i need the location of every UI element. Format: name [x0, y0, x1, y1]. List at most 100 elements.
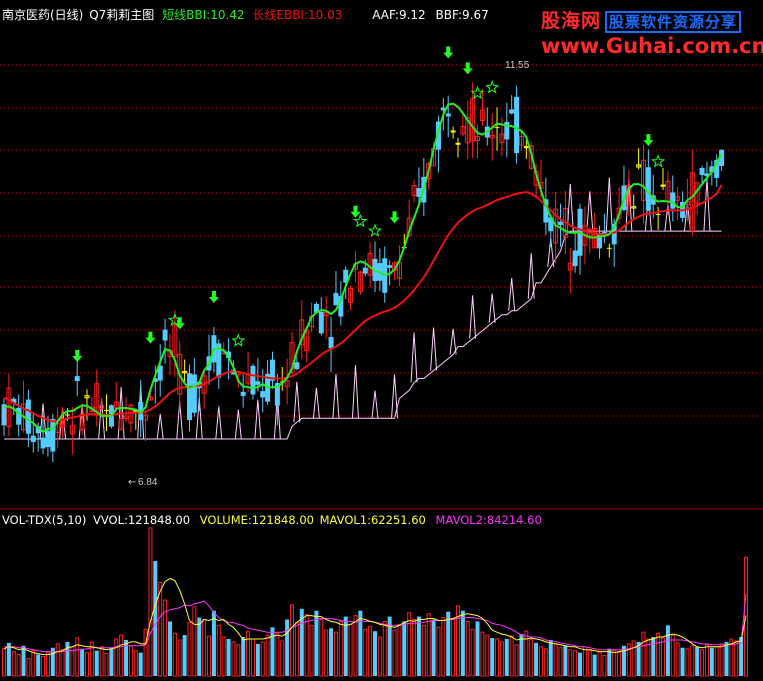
volume-bar-5 — [26, 657, 31, 677]
candle-body-8 — [40, 437, 46, 449]
volume-bar-73 — [358, 610, 363, 676]
volume-bar-148 — [724, 641, 729, 676]
support-line — [4, 177, 722, 440]
volume-bar-118 — [578, 652, 583, 676]
volume-bar-56 — [275, 632, 280, 677]
volume-bar-16 — [80, 648, 85, 676]
indicator-name: Q7莉莉主图 — [89, 8, 155, 22]
signal-star-73 — [353, 213, 368, 228]
volume-bar-37 — [182, 635, 187, 676]
volume-bar-65 — [319, 618, 324, 677]
volume-bar-144 — [704, 644, 709, 677]
candle-body-49 — [240, 391, 246, 396]
support-spike-44 — [215, 406, 223, 440]
volume-bar-41 — [202, 618, 207, 677]
candle-body-5 — [25, 399, 31, 434]
volume-bar-74 — [363, 628, 368, 677]
watermark-logo: 股海网 股票软件资源分享 www.Guhai.com.cn — [541, 6, 763, 58]
volume-bar-47 — [231, 641, 236, 677]
volume-bar-0 — [2, 648, 6, 677]
volume-bar-42 — [207, 635, 212, 677]
volume-bar-116 — [568, 649, 573, 677]
support-spike-100 — [488, 293, 496, 323]
volume-bar-12 — [60, 649, 65, 677]
candle-body-117 — [572, 250, 578, 267]
volume-bar-110 — [538, 646, 543, 677]
volume-bar-83 — [407, 612, 412, 677]
volume-bar-44 — [216, 624, 221, 677]
volume-bar-31 — [153, 561, 158, 676]
signal-star-76 — [367, 223, 383, 237]
volume-value: VOLUME:121848.00 — [199, 513, 314, 527]
grid-lines — [0, 64, 763, 417]
volume-bar-139 — [680, 647, 685, 676]
volume-bar-126 — [617, 652, 622, 677]
volume-bar-30 — [148, 527, 153, 677]
signal-arrow-132 — [643, 134, 654, 147]
volume-bar-136 — [665, 625, 670, 676]
volume-bar-29 — [143, 628, 148, 677]
long-bbi-value: 10.03 — [308, 8, 343, 22]
volume-bar-114 — [558, 647, 563, 677]
candle-body-21 — [104, 410, 110, 412]
volume-bar-134 — [656, 632, 661, 677]
volume-bar-86 — [421, 624, 426, 677]
volume-bar-64 — [314, 610, 319, 676]
signal-arrow-30 — [145, 331, 156, 344]
volume-bar-137 — [670, 634, 675, 677]
volume-bar-67 — [329, 628, 334, 676]
volume-bar-89 — [436, 626, 441, 677]
volume-bar-17 — [84, 652, 89, 677]
volume-bar-102 — [499, 641, 504, 677]
volume-bar-38 — [187, 621, 192, 677]
volume-bar-88 — [431, 619, 436, 676]
volume-bar-85 — [416, 616, 421, 676]
mavol2-value: MAVOL2:84214.60 — [435, 513, 542, 527]
high-price-label: 11.55 — [505, 60, 530, 71]
volume-bar-59 — [290, 604, 295, 677]
candle-body-15 — [74, 376, 80, 382]
candle-body-79 — [387, 265, 393, 268]
candle-body-93 — [455, 142, 461, 145]
support-spike-92 — [449, 328, 457, 355]
volume-bar-77 — [377, 636, 382, 677]
volume-bar-108 — [529, 638, 534, 677]
volume-bar-21 — [104, 653, 109, 677]
low-price-arrow: ← — [128, 477, 136, 488]
candle-body-9 — [45, 430, 51, 448]
volume-bar-81 — [397, 623, 402, 677]
volume-bar-105 — [514, 644, 519, 677]
signal-star-100 — [485, 80, 500, 94]
volume-bar-7 — [36, 654, 41, 676]
signal-arrow-43 — [208, 291, 219, 304]
bbf-label: BBF: — [435, 8, 462, 22]
volume-bar-133 — [651, 637, 656, 676]
volume-bar-58 — [285, 619, 290, 676]
support-spike-76 — [371, 390, 379, 419]
volume-bar-36 — [177, 639, 182, 677]
volume-bar-115 — [563, 645, 568, 676]
volume-bar-71 — [348, 623, 353, 677]
signal-star-134 — [651, 154, 666, 168]
volume-bar-45 — [221, 636, 226, 677]
volume-bar-104 — [509, 635, 514, 677]
price-volume-chart[interactable]: 11.55 6.84 ← — [0, 0, 763, 681]
volume-bar-95 — [465, 620, 470, 677]
vol-indicator-name: VOL-TDX(5,10) — [2, 513, 87, 527]
volume-bar-48 — [236, 644, 241, 677]
volume-bar-27 — [133, 650, 138, 677]
aaf-label: AAF: — [372, 8, 399, 22]
signal-star-97 — [470, 85, 485, 100]
volume-bar-150 — [734, 640, 739, 677]
short-bbi-value: 10.42 — [210, 8, 245, 22]
volume-bar-100 — [490, 638, 495, 676]
candle-body-38 — [187, 373, 192, 421]
volume-bar-123 — [602, 655, 607, 677]
candle-body-92 — [450, 130, 456, 133]
volume-bar-15 — [75, 637, 80, 677]
volume-bar-43 — [211, 610, 216, 676]
volume-bar-4 — [21, 645, 26, 676]
volume-bar-51 — [250, 638, 255, 677]
stock-name: 南京医药(日线) — [2, 8, 84, 22]
candle-body-137 — [670, 192, 676, 209]
